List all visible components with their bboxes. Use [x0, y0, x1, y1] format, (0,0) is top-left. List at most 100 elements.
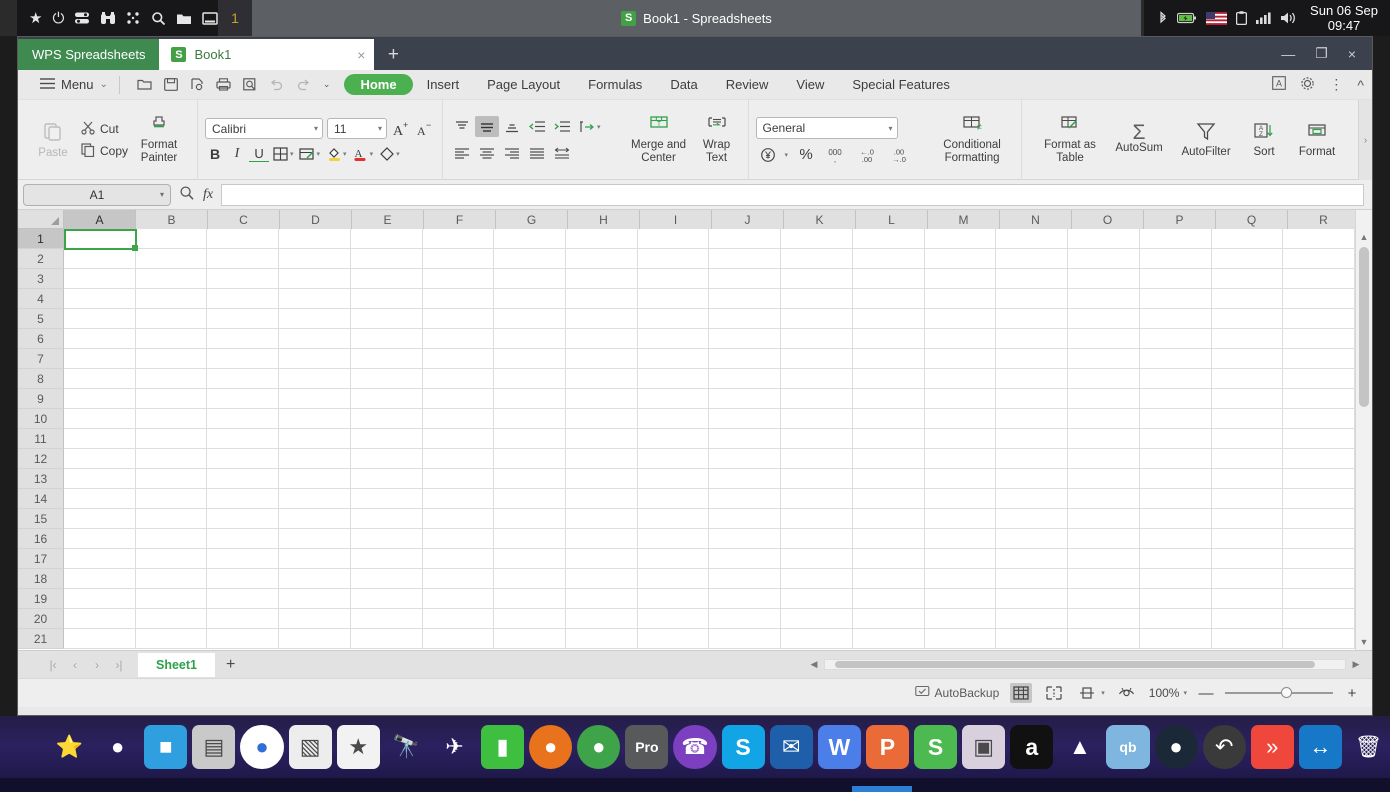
cell-Q19[interactable]	[1211, 589, 1284, 609]
cell-M2[interactable]	[924, 249, 997, 269]
cell-C18[interactable]	[207, 569, 280, 589]
font-color-caret-icon[interactable]: ▾	[370, 150, 374, 158]
cell-A16[interactable]	[64, 529, 136, 549]
cell-Q12[interactable]	[1211, 449, 1284, 469]
cell-J18[interactable]	[709, 569, 782, 589]
cell-L15[interactable]	[852, 509, 925, 529]
row-header-8[interactable]: 8	[18, 369, 64, 389]
column-header-J[interactable]: J	[712, 210, 784, 229]
cell-B17[interactable]	[135, 549, 208, 569]
cell-B13[interactable]	[135, 469, 208, 489]
cell-N3[interactable]	[996, 269, 1069, 289]
save-icon[interactable]	[158, 78, 184, 91]
cell-I1[interactable]	[637, 229, 710, 249]
cell-F20[interactable]	[422, 609, 495, 629]
cell-K3[interactable]	[781, 269, 853, 289]
cell-M20[interactable]	[924, 609, 997, 629]
column-header-P[interactable]: P	[1144, 210, 1216, 229]
more-options-icon[interactable]: ⋮	[1329, 76, 1343, 93]
last-sheet-button[interactable]: ›|	[108, 658, 130, 672]
cell-A12[interactable]	[64, 449, 136, 469]
cell-N11[interactable]	[996, 429, 1069, 449]
cell-F1[interactable]	[422, 229, 495, 249]
cell-J15[interactable]	[709, 509, 782, 529]
column-header-H[interactable]: H	[568, 210, 640, 229]
row-header-19[interactable]: 19	[18, 589, 64, 609]
cell-G11[interactable]	[494, 429, 567, 449]
cell-L4[interactable]	[852, 289, 925, 309]
cell-Q5[interactable]	[1211, 309, 1284, 329]
cell-I10[interactable]	[637, 409, 710, 429]
formula-search-icon[interactable]	[179, 185, 195, 204]
cell-A14[interactable]	[64, 489, 136, 509]
column-header-C[interactable]: C	[208, 210, 280, 229]
cell-K15[interactable]	[781, 509, 853, 529]
cell-A21[interactable]	[64, 629, 136, 649]
row-header-20[interactable]: 20	[18, 609, 64, 629]
cell-B18[interactable]	[135, 569, 208, 589]
cell-I18[interactable]	[637, 569, 710, 589]
undo-app-icon[interactable]: ↶	[1202, 725, 1246, 769]
cell-J7[interactable]	[709, 349, 782, 369]
cell-P17[interactable]	[1139, 549, 1212, 569]
cell-Q15[interactable]	[1211, 509, 1284, 529]
toggle-icon[interactable]	[74, 11, 90, 25]
cell-C19[interactable]	[207, 589, 280, 609]
cell-N18[interactable]	[996, 569, 1069, 589]
cell-K1[interactable]	[781, 229, 853, 249]
image-viewer-icon[interactable]: ▣	[962, 725, 1006, 769]
cell-P21[interactable]	[1139, 629, 1212, 649]
bold-button[interactable]: B	[205, 146, 225, 162]
cell-L3[interactable]	[852, 269, 925, 289]
comma-style-icon[interactable]: 000,	[822, 147, 848, 163]
cell-C7[interactable]	[207, 349, 280, 369]
cell-A20[interactable]	[64, 609, 136, 629]
cell-N13[interactable]	[996, 469, 1069, 489]
cell-D3[interactable]	[279, 269, 351, 289]
hscroll-right-icon[interactable]: ▶	[1350, 659, 1362, 670]
cell-R5[interactable]	[1283, 309, 1355, 329]
cell-P16[interactable]	[1139, 529, 1212, 549]
column-header-M[interactable]: M	[928, 210, 1000, 229]
select-all-corner[interactable]	[18, 210, 64, 229]
cell-R3[interactable]	[1283, 269, 1355, 289]
cell-A8[interactable]	[64, 369, 136, 389]
opera-pro-icon[interactable]: Pro	[625, 725, 669, 769]
ribbon-overflow-button[interactable]: ›	[1358, 100, 1372, 180]
cell-N5[interactable]	[996, 309, 1069, 329]
column-header-Q[interactable]: Q	[1216, 210, 1288, 229]
cell-O8[interactable]	[1068, 369, 1140, 389]
cell-J2[interactable]	[709, 249, 782, 269]
autosum-button[interactable]: Σ AutoSum	[1106, 122, 1172, 155]
cell-L6[interactable]	[852, 329, 925, 349]
cell-P14[interactable]	[1139, 489, 1212, 509]
clock[interactable]: Sun 06 Sep 09:47	[1310, 3, 1378, 33]
fill-color-icon[interactable]	[324, 146, 344, 162]
cell-Q10[interactable]	[1211, 409, 1284, 429]
cell-H5[interactable]	[566, 309, 638, 329]
cell-P5[interactable]	[1139, 309, 1212, 329]
cell-G9[interactable]	[494, 389, 567, 409]
cell-H20[interactable]	[566, 609, 638, 629]
cell-E16[interactable]	[350, 529, 423, 549]
column-header-B[interactable]: B	[136, 210, 208, 229]
hscroll-left-icon[interactable]: ◀	[808, 659, 820, 670]
column-header-E[interactable]: E	[352, 210, 424, 229]
viber-icon[interactable]: ☎	[673, 725, 717, 769]
minimize-button[interactable]: —	[1281, 46, 1295, 62]
workspace-indicator[interactable]: 1	[218, 0, 252, 36]
cell-F6[interactable]	[422, 329, 495, 349]
cell-M4[interactable]	[924, 289, 997, 309]
cell-I11[interactable]	[637, 429, 710, 449]
cell-O14[interactable]	[1068, 489, 1140, 509]
cell-N16[interactable]	[996, 529, 1069, 549]
cell-B19[interactable]	[135, 589, 208, 609]
cell-B4[interactable]	[135, 289, 208, 309]
cell-O4[interactable]	[1068, 289, 1140, 309]
justify-icon[interactable]	[525, 143, 549, 164]
dots-grid-icon[interactable]	[126, 11, 141, 25]
cell-R20[interactable]	[1283, 609, 1355, 629]
cell-H6[interactable]	[566, 329, 638, 349]
cell-J16[interactable]	[709, 529, 782, 549]
cell-style-caret-icon[interactable]: ▾	[317, 150, 321, 158]
